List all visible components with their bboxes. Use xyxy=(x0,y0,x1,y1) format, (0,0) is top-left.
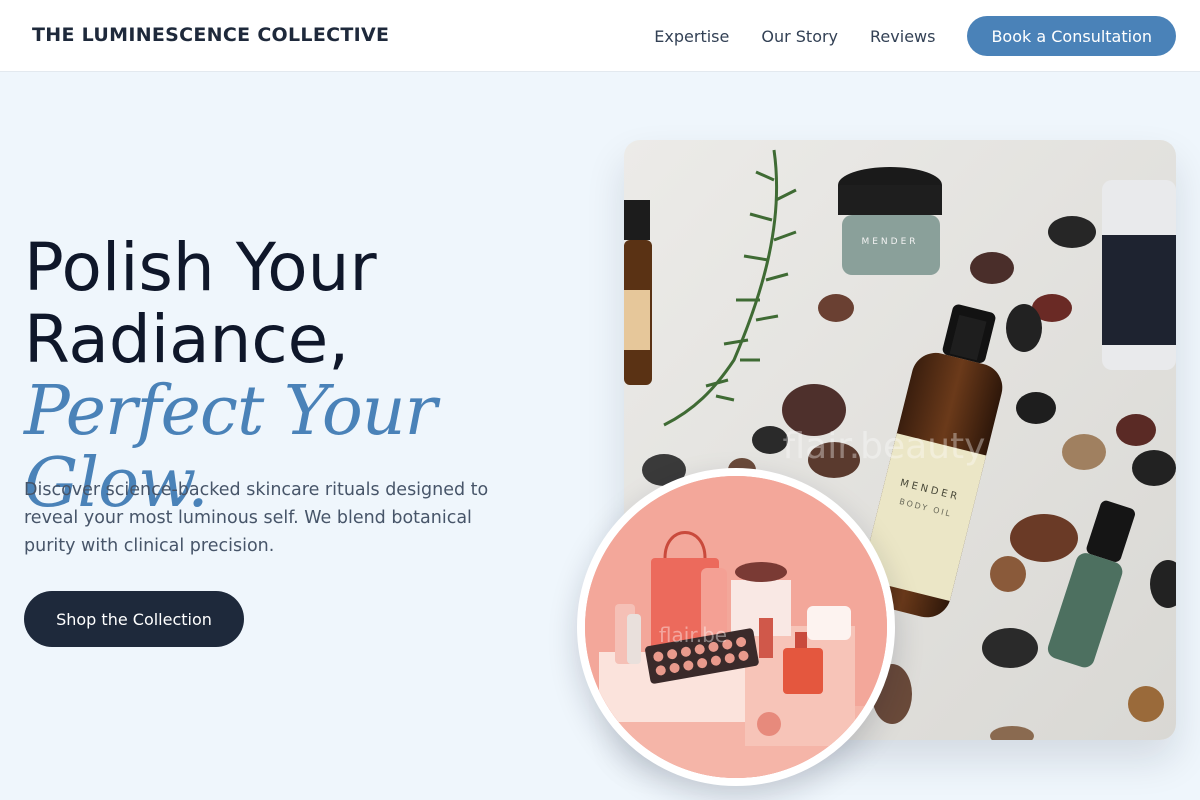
shop-collection-button[interactable]: Shop the Collection xyxy=(24,591,244,647)
hero-description: Discover science-backed skincare rituals… xyxy=(24,480,489,556)
circle-watermark-text: flair.be xyxy=(659,623,727,647)
beauty-products-circle-image: flair.be xyxy=(577,468,895,786)
site-header: THE LUMINESCENCE COLLECTIVE Expertise Ou… xyxy=(0,0,1200,72)
book-consultation-button[interactable]: Book a Consultation xyxy=(967,16,1176,56)
mender-jar: MENDER xyxy=(838,167,942,275)
watermark-text: flair.beauty xyxy=(783,426,986,467)
main-nav: Expertise Our Story Reviews Book a Consu… xyxy=(654,16,1176,56)
jar-label: MENDER xyxy=(861,237,918,247)
hero-title-line1: Polish Your xyxy=(24,229,377,306)
nav-link-our-story[interactable]: Our Story xyxy=(761,27,838,46)
hero-title-line2: Radiance, xyxy=(24,301,350,378)
nav-link-expertise[interactable]: Expertise xyxy=(654,27,729,46)
nav-link-reviews[interactable]: Reviews xyxy=(870,27,935,46)
brand-logo[interactable]: THE LUMINESCENCE COLLECTIVE xyxy=(32,24,389,46)
